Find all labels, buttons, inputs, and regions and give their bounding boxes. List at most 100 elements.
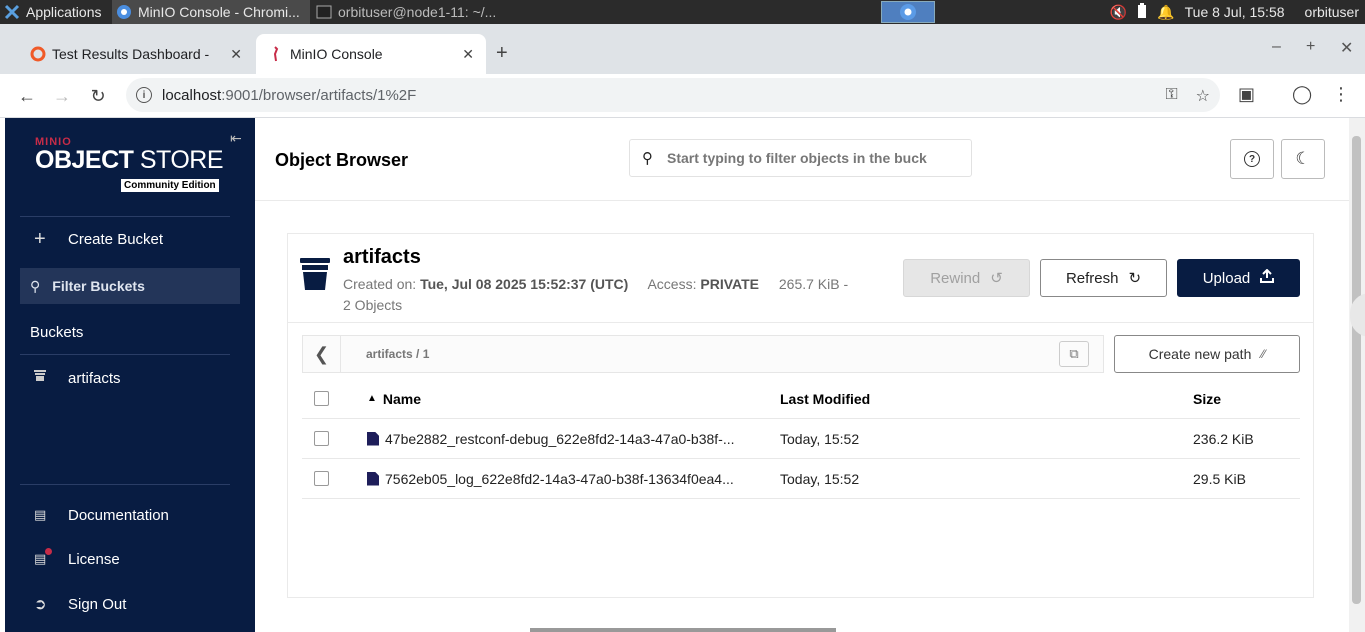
file-icon bbox=[367, 471, 379, 486]
breadcrumb-bar: ❮ artifacts / 1 ⧉ bbox=[302, 335, 1104, 373]
created-label: Created on: bbox=[343, 276, 417, 292]
back-chevron-icon[interactable]: ❮ bbox=[303, 336, 341, 372]
bucket-name: artifacts bbox=[343, 246, 421, 268]
profile-icon[interactable]: ◯ bbox=[1292, 84, 1312, 105]
upload-button[interactable]: Upload bbox=[1177, 259, 1300, 297]
modified-column-header[interactable]: Last Modified bbox=[780, 391, 870, 407]
url-host: localhost bbox=[162, 86, 222, 104]
bookmark-star-icon[interactable]: ☆ bbox=[1196, 86, 1210, 106]
back-icon[interactable]: ← bbox=[15, 84, 39, 108]
sidebar-item-artifacts[interactable]: artifacts bbox=[20, 360, 240, 396]
new-path-icon: ⁄⁄ bbox=[1261, 347, 1266, 361]
horizontal-scrollbar[interactable] bbox=[530, 628, 836, 632]
tab-search-icon[interactable]: ▣ bbox=[1238, 84, 1255, 105]
chromium-icon bbox=[116, 4, 132, 20]
row-checkbox[interactable] bbox=[314, 471, 329, 486]
tab-test-results[interactable]: Test Results Dashboard - ✕ bbox=[18, 34, 254, 74]
copy-path-button[interactable]: ⧉ bbox=[1059, 341, 1089, 367]
close-window-icon[interactable]: ✕ bbox=[1340, 38, 1353, 58]
select-all-checkbox[interactable] bbox=[314, 391, 329, 406]
size-column-header[interactable]: Size bbox=[1193, 391, 1221, 407]
bucket-size: 265.7 KiB - bbox=[778, 276, 849, 292]
url-path: :9001/browser/artifacts/1%2F bbox=[221, 86, 417, 104]
object-size: 29.5 KiB bbox=[1193, 470, 1246, 487]
applications-label: Applications bbox=[26, 4, 102, 20]
bucket-icon bbox=[20, 369, 68, 387]
copy-icon: ⧉ bbox=[1069, 346, 1079, 361]
created-value: Tue, Jul 08 2025 15:52:37 (UTC) bbox=[420, 276, 629, 292]
notification-bell-icon[interactable]: 🔔 bbox=[1157, 4, 1174, 21]
create-bucket-button[interactable]: + Create Bucket bbox=[20, 221, 240, 257]
license-icon: ▤ bbox=[20, 548, 68, 567]
object-search-input[interactable]: ⚲ Start typing to filter objects in the … bbox=[629, 139, 972, 177]
key-icon[interactable]: ⚿ bbox=[1165, 86, 1177, 106]
system-tray: 🔇 🔔 Tue 8 Jul, 15:58 orbituser bbox=[1110, 2, 1359, 22]
object-name: 47be2882_restconf-debug_622e8fd2-14a3-47… bbox=[367, 431, 767, 447]
row-checkbox[interactable] bbox=[314, 431, 329, 446]
sidebar: MINIO OBJECT STORE Community Edition ⇤ +… bbox=[5, 118, 255, 632]
breadcrumb[interactable]: artifacts / 1 bbox=[366, 347, 429, 361]
create-bucket-label: Create Bucket bbox=[68, 230, 164, 248]
refresh-button[interactable]: Refresh ↻ bbox=[1040, 259, 1167, 297]
bucket-meta: Created on: Tue, Jul 08 2025 15:52:37 (U… bbox=[343, 274, 883, 316]
taskbar-window-title: MinIO Console - Chromi... bbox=[138, 4, 300, 20]
bucket-card: artifacts Created on: Tue, Jul 08 2025 1… bbox=[287, 233, 1314, 598]
file-icon bbox=[367, 431, 379, 446]
name-column-header[interactable]: ▲ Name bbox=[367, 391, 767, 407]
sidebar-item-documentation[interactable]: ▤ Documentation bbox=[20, 497, 240, 533]
battery-icon[interactable] bbox=[1137, 2, 1147, 22]
page-title: Object Browser bbox=[275, 150, 409, 170]
moon-icon: ☾ bbox=[1295, 149, 1311, 168]
dark-mode-button[interactable]: ☾ bbox=[1281, 139, 1325, 179]
volume-muted-icon[interactable]: 🔇 bbox=[1110, 4, 1127, 21]
rewind-label: Rewind bbox=[930, 269, 981, 287]
maximize-icon[interactable]: + bbox=[1306, 38, 1315, 56]
access-value: PRIVATE bbox=[700, 276, 759, 292]
notification-dot bbox=[45, 548, 52, 555]
table-row[interactable]: 7562eb05_log_622e8fd2-14a3-47a0-b38f-136… bbox=[302, 459, 1300, 499]
minio-favicon-icon bbox=[268, 46, 284, 62]
user-name[interactable]: orbituser bbox=[1305, 4, 1359, 20]
taskbar-window-chromium[interactable]: MinIO Console - Chromi... bbox=[112, 0, 310, 24]
applications-menu[interactable]: Applications bbox=[0, 0, 110, 24]
refresh-label: Refresh bbox=[1065, 269, 1119, 287]
minimize-icon[interactable]: – bbox=[1272, 38, 1281, 56]
vertical-scrollbar[interactable] bbox=[1349, 118, 1365, 632]
create-new-path-label: Create new path bbox=[1148, 346, 1252, 362]
reload-icon[interactable]: ↻ bbox=[86, 84, 110, 108]
site-info-icon[interactable]: i bbox=[136, 87, 152, 103]
address-bar[interactable]: i localhost:9001/browser/artifacts/1%2F … bbox=[126, 78, 1220, 112]
chromium-icon bbox=[899, 4, 916, 20]
forward-icon[interactable]: → bbox=[50, 84, 74, 108]
tab-minio-console[interactable]: MinIO Console ✕ bbox=[256, 34, 486, 74]
terminal-icon bbox=[316, 4, 332, 20]
search-icon: ⚲ bbox=[642, 150, 653, 167]
documentation-icon: ▤ bbox=[34, 507, 47, 522]
upload-label: Upload bbox=[1202, 269, 1251, 287]
logo-edition: Community Edition bbox=[121, 179, 219, 192]
grafana-icon bbox=[30, 46, 46, 62]
filter-buckets-input[interactable]: ⚲ Filter Buckets bbox=[20, 268, 240, 304]
table-row[interactable]: 47be2882_restconf-debug_622e8fd2-14a3-47… bbox=[302, 419, 1300, 459]
search-placeholder: Start typing to filter objects in the bu… bbox=[667, 150, 927, 166]
clock[interactable]: Tue 8 Jul, 15:58 bbox=[1185, 4, 1285, 20]
logo-title: OBJECT STORE bbox=[35, 146, 224, 174]
sign-out-button[interactable]: ➲ Sign Out bbox=[20, 586, 240, 622]
refresh-icon: ↻ bbox=[1128, 270, 1142, 287]
rewind-button[interactable]: Rewind ↺ bbox=[903, 259, 1030, 297]
sort-asc-icon: ▲ bbox=[367, 393, 377, 404]
menu-kebab-icon[interactable]: ⋮ bbox=[1332, 84, 1350, 105]
history-icon: ↺ bbox=[990, 270, 1003, 287]
taskbar-chromium-button[interactable] bbox=[880, 1, 935, 23]
create-new-path-button[interactable]: Create new path ⁄⁄ bbox=[1114, 335, 1300, 373]
new-tab-icon[interactable]: + bbox=[496, 42, 508, 65]
buckets-header: Buckets bbox=[30, 324, 84, 341]
close-tab-icon[interactable]: ✕ bbox=[230, 46, 242, 63]
scrollbar-thumb[interactable] bbox=[1352, 136, 1361, 604]
sidebar-item-license[interactable]: ▤ License bbox=[20, 541, 240, 577]
help-button[interactable]: ? bbox=[1230, 139, 1274, 179]
collapse-sidebar-icon[interactable]: ⇤ bbox=[230, 130, 242, 147]
sign-out-icon: ➲ bbox=[34, 596, 47, 613]
close-tab-icon[interactable]: ✕ bbox=[462, 46, 474, 63]
taskbar-window-terminal[interactable]: orbituser@node1-11: ~/... bbox=[312, 0, 512, 24]
